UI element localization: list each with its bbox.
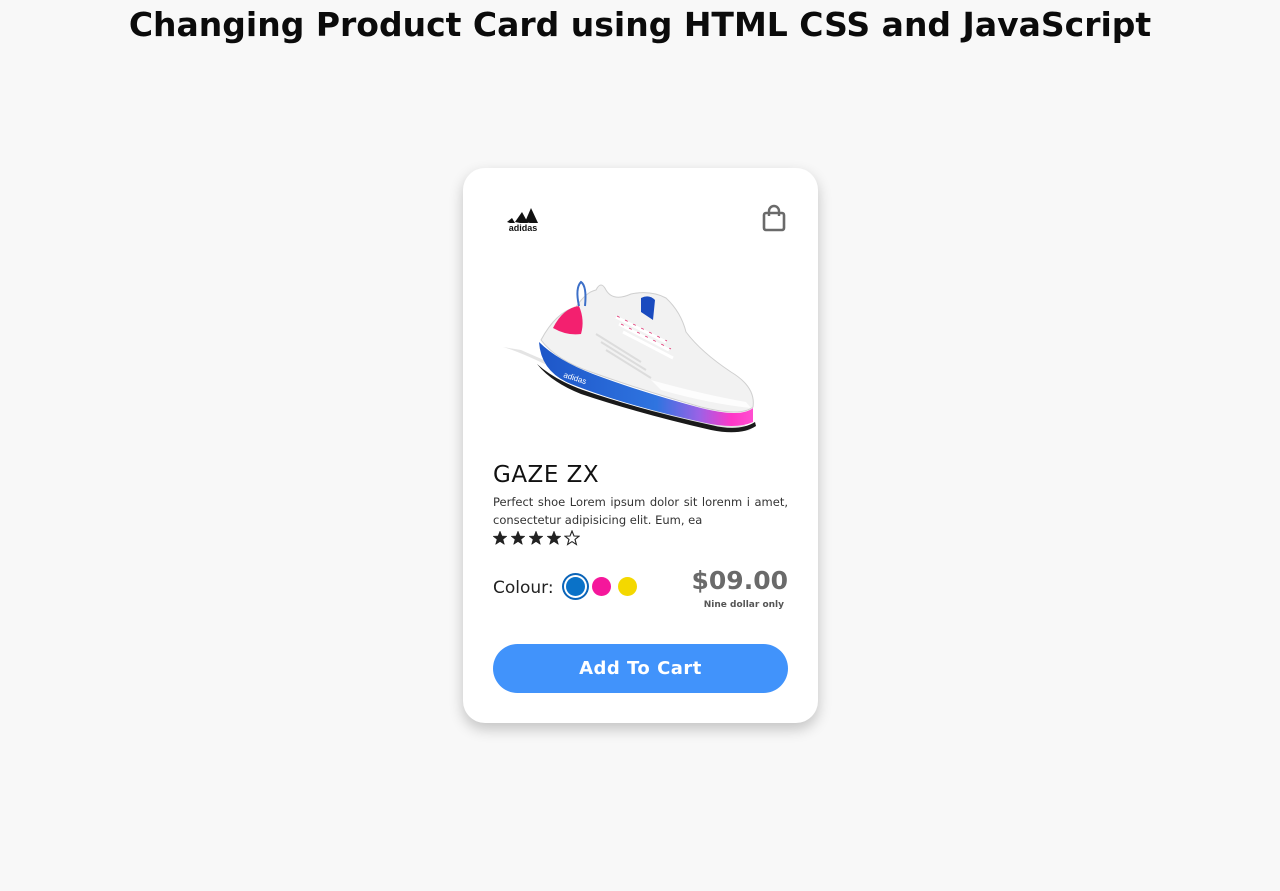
rating-stars — [492, 530, 580, 546]
colour-label: Colour: — [493, 578, 554, 598]
price: $09.00 — [691, 566, 788, 595]
star-filled-icon — [546, 530, 562, 546]
product-name: GAZE ZX — [493, 462, 600, 488]
star-filled-icon — [528, 530, 544, 546]
shopping-bag-icon[interactable] — [761, 204, 787, 232]
star-outline-icon — [564, 530, 580, 546]
price-note: Nine dollar only — [703, 600, 784, 610]
add-to-cart-button[interactable]: Add To Cart — [493, 644, 788, 693]
star-filled-icon — [510, 530, 526, 546]
adidas-logo-icon: adidas — [507, 208, 538, 232]
page-title: Changing Product Card using HTML CSS and… — [128, 5, 1152, 44]
product-description: Perfect shoe Lorem ipsum dolor sit loren… — [493, 495, 788, 527]
product-shoe-image: adidas — [503, 280, 756, 433]
star-filled-icon — [492, 530, 508, 546]
colour-swatch-yellow[interactable] — [618, 577, 637, 596]
product-card: adidas adidas GAZE ZX Perfect shoe Lorem… — [463, 168, 818, 723]
svg-text:adidas: adidas — [509, 223, 538, 232]
colour-swatch-pink[interactable] — [592, 577, 611, 596]
colour-swatch-blue[interactable] — [566, 577, 585, 596]
colour-swatches — [566, 577, 637, 596]
